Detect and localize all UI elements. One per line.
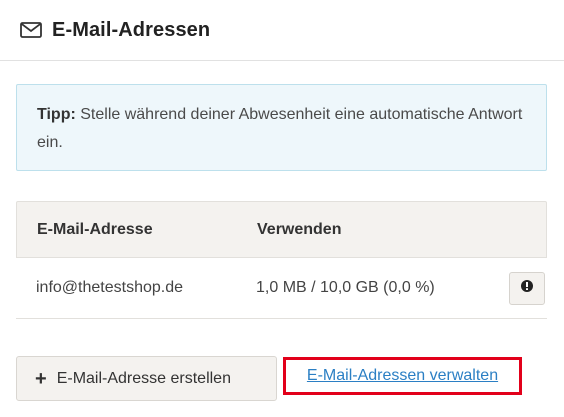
exclamation-icon: [521, 279, 533, 298]
envelope-icon: [20, 22, 42, 38]
column-header-address: E-Mail-Adresse: [37, 220, 153, 238]
create-email-button[interactable]: + E-Mail-Adresse erstellen: [16, 356, 277, 401]
column-header-usage: Verwenden: [257, 220, 342, 238]
page-title: E-Mail-Adressen: [52, 18, 211, 41]
email-address-cell: info@thetestshop.de: [36, 279, 184, 296]
table-row: info@thetestshop.de 1,0 MB / 10,0 GB (0,…: [16, 258, 547, 319]
usage-cell: 1,0 MB / 10,0 GB (0,0 %): [256, 279, 435, 296]
manage-emails-link[interactable]: E-Mail-Adressen verwalten: [307, 367, 498, 385]
tip-label: Tipp:: [37, 106, 76, 123]
create-email-label: E-Mail-Adresse erstellen: [56, 369, 231, 387]
tip-text: Stelle während deiner Abwesenheit eine a…: [37, 106, 523, 151]
info-button[interactable]: [509, 271, 545, 305]
manage-link-highlight: E-Mail-Adressen verwalten: [283, 357, 522, 395]
tip-box: Tipp: Stelle während deiner Abwesenheit …: [16, 84, 547, 171]
table-header: E-Mail-Adresse Verwenden: [16, 201, 547, 258]
email-addresses-panel: E-Mail-Adressen Tipp: Stelle während dei…: [0, 0, 564, 417]
panel-header: E-Mail-Adressen: [0, 0, 564, 61]
email-table: E-Mail-Adresse Verwenden info@thetestsho…: [16, 201, 547, 319]
plus-icon: +: [35, 367, 47, 390]
